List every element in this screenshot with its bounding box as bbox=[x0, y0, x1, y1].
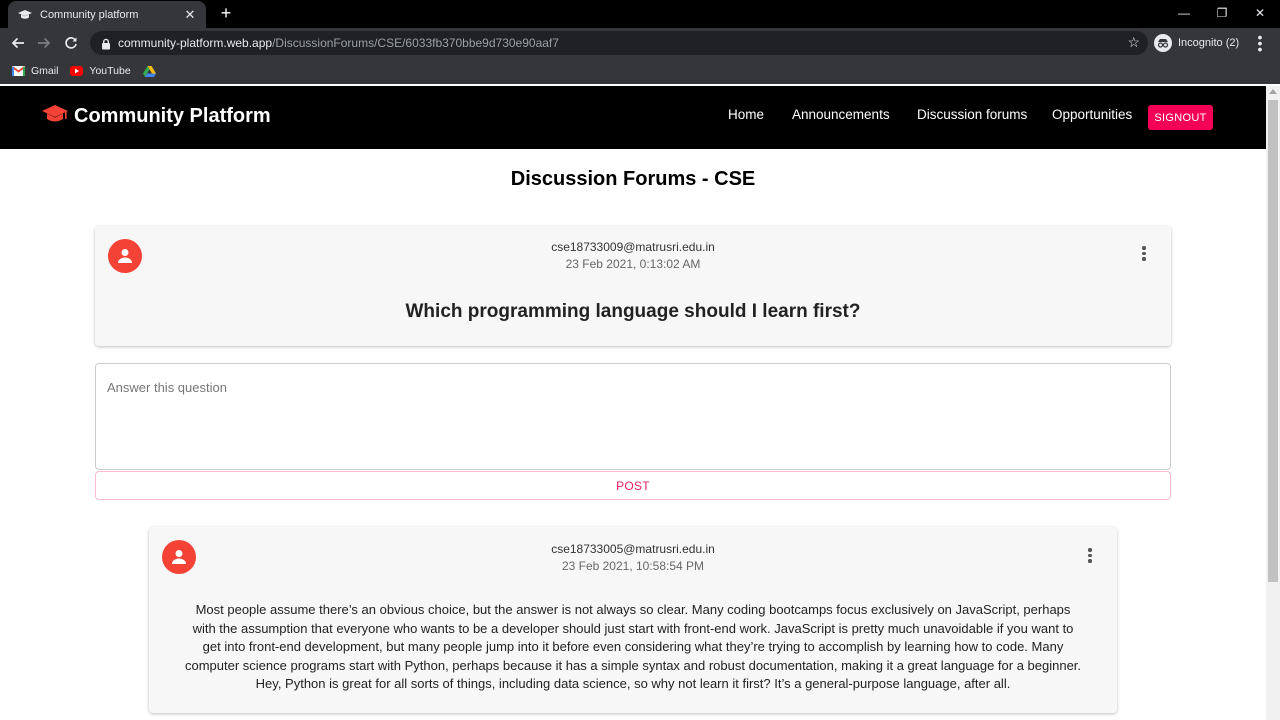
browser-menu-icon[interactable]: • • • bbox=[1254, 30, 1266, 56]
answer-textarea[interactable] bbox=[96, 364, 1170, 469]
incognito-icon bbox=[1154, 34, 1172, 52]
question-timestamp: 23 Feb 2021, 0:13:02 AM bbox=[565, 257, 701, 271]
post-button[interactable]: POST bbox=[95, 471, 1171, 500]
bookmark-label: YouTube bbox=[89, 65, 131, 77]
url-host: community-platform.web.app bbox=[118, 36, 273, 50]
app-navbar: Community Platform Home Announcements Di… bbox=[0, 86, 1266, 149]
answer-more-icon[interactable] bbox=[1085, 547, 1095, 564]
forward-icon[interactable] bbox=[33, 32, 55, 54]
google-drive-icon bbox=[142, 65, 156, 77]
question-more-icon[interactable] bbox=[1139, 245, 1149, 262]
nav-home[interactable]: Home bbox=[728, 107, 764, 122]
question-text: Which programming language should I lear… bbox=[405, 301, 861, 322]
bookmark-gmail[interactable]: Gmail bbox=[12, 65, 58, 77]
answer-text: Most people assume there’s an obvious ch… bbox=[161, 601, 1105, 694]
page-title: Discussion Forums - CSE bbox=[510, 168, 756, 190]
bookmark-youtube[interactable]: YouTube bbox=[70, 65, 131, 77]
nav-announcements[interactable]: Announcements bbox=[792, 107, 890, 122]
close-tab-icon[interactable]: ✕ bbox=[182, 7, 198, 23]
bookmark-star-icon[interactable]: ☆ bbox=[1127, 34, 1140, 51]
bookmarks-bar: Gmail YouTube bbox=[0, 58, 1280, 84]
incognito-indicator[interactable]: Incognito (2) bbox=[1154, 32, 1239, 54]
question-author: cse18733009@matrusri.edu.in bbox=[551, 240, 715, 254]
answer-line: Most people assume there’s an obvious ch… bbox=[195, 602, 1071, 617]
new-tab-icon[interactable]: + bbox=[216, 3, 236, 23]
brand-link[interactable]: Community Platform bbox=[42, 104, 271, 129]
lock-icon bbox=[100, 37, 112, 50]
answer-line: with the assumption that everyone who wa… bbox=[192, 620, 1074, 636]
close-window-icon[interactable]: ✕ bbox=[1242, 0, 1278, 26]
bookmark-drive[interactable] bbox=[142, 65, 162, 77]
scroll-up-icon[interactable] bbox=[1269, 89, 1277, 94]
browser-tabstrip: Community platform ✕ + — ❐ ✕ bbox=[0, 0, 1280, 28]
answer-line: computer science programs start with Pyt… bbox=[184, 657, 1082, 673]
back-icon[interactable] bbox=[7, 32, 29, 54]
restore-icon[interactable]: ❐ bbox=[1204, 0, 1240, 26]
minimize-icon[interactable]: — bbox=[1166, 0, 1202, 26]
bookmark-label: Gmail bbox=[31, 65, 59, 77]
page-scrollbar[interactable] bbox=[1266, 86, 1280, 720]
tab-title: Community platform bbox=[40, 8, 139, 21]
nav-opportunities[interactable]: Opportunities bbox=[1052, 107, 1132, 122]
youtube-icon bbox=[70, 66, 84, 76]
answer-card: cse18733005@matrusri.edu.in 23 Feb 2021,… bbox=[149, 527, 1117, 713]
brand-title: Community Platform bbox=[74, 105, 271, 127]
reload-icon[interactable] bbox=[60, 32, 82, 54]
url-path: /DiscussionForums/CSE/6033fb370bbe9d730e… bbox=[272, 36, 559, 50]
scrollbar-thumb[interactable] bbox=[1268, 100, 1278, 582]
browser-toolbar: community-platform.web.app /DiscussionFo… bbox=[0, 28, 1280, 58]
answer-line: get into front-end development, but many… bbox=[202, 639, 1064, 655]
answer-line: Hey, Python is great for all sorts of th… bbox=[255, 676, 1011, 692]
signout-button[interactable]: SIGNOUT bbox=[1148, 105, 1213, 130]
question-card: cse18733009@matrusri.edu.in 23 Feb 2021,… bbox=[95, 226, 1171, 346]
incognito-label: Incognito (2) bbox=[1178, 37, 1240, 49]
answer-timestamp: 23 Feb 2021, 10:58:54 PM bbox=[561, 559, 705, 573]
graduation-cap-icon bbox=[42, 104, 68, 129]
answer-author: cse18733005@matrusri.edu.in bbox=[551, 542, 715, 556]
nav-discussion-forums[interactable]: Discussion forums bbox=[917, 107, 1027, 122]
graduation-cap-favicon-icon bbox=[18, 9, 32, 20]
gmail-icon bbox=[12, 66, 25, 76]
browser-tab[interactable]: Community platform ✕ bbox=[8, 1, 206, 28]
answer-input[interactable] bbox=[95, 363, 1171, 470]
address-bar[interactable]: community-platform.web.app /DiscussionFo… bbox=[90, 31, 1148, 55]
